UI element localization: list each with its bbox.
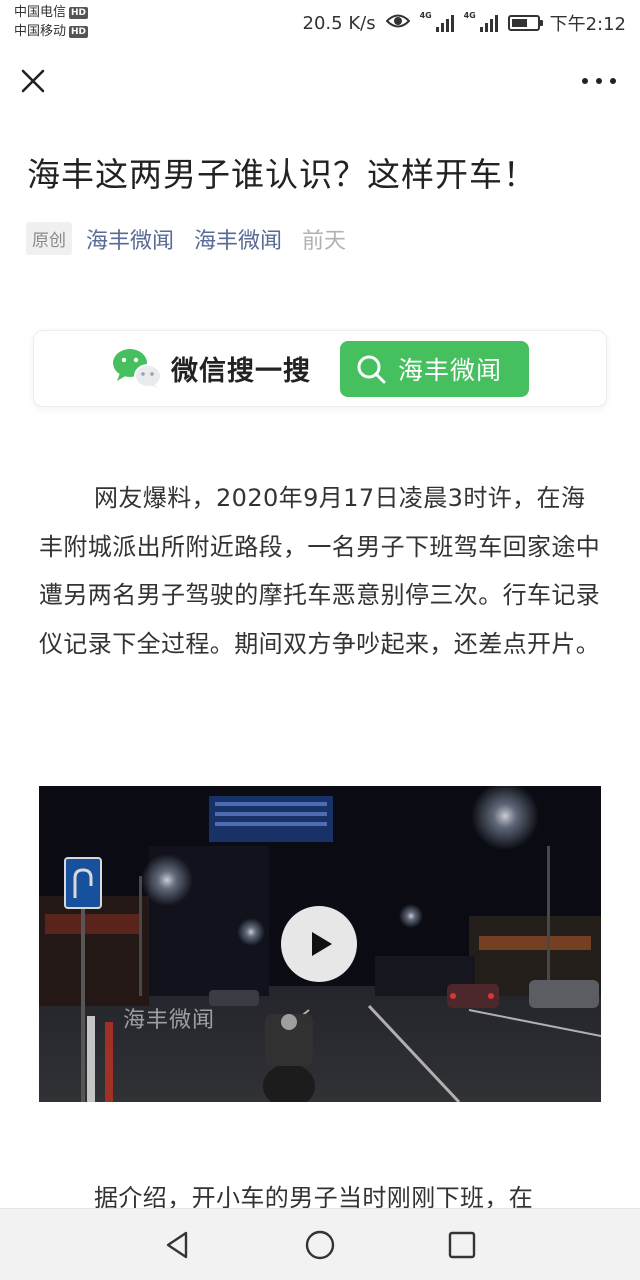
carrier-info: 中国电信 HD 中国移动 HD bbox=[14, 3, 89, 41]
account-link[interactable]: 海丰微闻 bbox=[194, 223, 282, 255]
battery-icon bbox=[507, 15, 543, 31]
net-speed: 20.5 K/s bbox=[302, 12, 376, 34]
article-meta: 原创 海丰微闻 海丰微闻 前天 bbox=[26, 222, 346, 255]
search-button[interactable]: 海丰微闻 bbox=[340, 341, 529, 397]
author-link[interactable]: 海丰微闻 bbox=[86, 223, 174, 255]
video-player[interactable]: 海丰微闻 bbox=[39, 786, 601, 1102]
carrier-row-1: 中国电信 HD bbox=[14, 3, 89, 22]
search-label: 微信搜一搜 bbox=[171, 356, 311, 387]
more-icon[interactable] bbox=[582, 70, 616, 92]
video-watermark: 海丰微闻 bbox=[123, 1008, 216, 1033]
carrier-1-name: 中国电信 bbox=[14, 5, 67, 20]
hd-badge: HD bbox=[69, 25, 89, 38]
close-icon[interactable] bbox=[16, 64, 50, 98]
status-bar: 中国电信 HD 中国移动 HD 20.5 K/s 4G 4G 下午2:12 bbox=[0, 0, 640, 44]
article-paragraph-1: 网友爆料，2020年9月17日凌晨3时许，在海丰附城派出所附近路段，一名男子下班… bbox=[39, 484, 601, 658]
article-title: 海丰这两男子谁认识？这样开车！ bbox=[27, 155, 537, 194]
back-triangle-icon[interactable] bbox=[162, 1229, 194, 1261]
battery-level bbox=[511, 19, 528, 27]
original-tag: 原创 bbox=[26, 222, 72, 255]
carrier-2-name: 中国移动 bbox=[14, 24, 67, 39]
recents-square-icon[interactable] bbox=[446, 1229, 478, 1261]
status-indicators: 20.5 K/s 4G 4G 下午2:12 bbox=[303, 10, 626, 36]
publish-date: 前天 bbox=[302, 228, 347, 254]
search-icon bbox=[354, 352, 388, 386]
signal-tag: 4G bbox=[463, 11, 476, 20]
clock: 下午2:12 bbox=[549, 14, 626, 35]
wechat-search-card[interactable]: 微信搜一搜 海丰微闻 bbox=[33, 330, 607, 407]
wechat-logo bbox=[112, 347, 162, 389]
signal-icon: 4G bbox=[463, 11, 498, 33]
system-navigation-bar bbox=[0, 1208, 640, 1280]
hd-badge: HD bbox=[69, 6, 89, 19]
search-button-text: 海丰微闻 bbox=[398, 356, 503, 385]
home-circle-icon[interactable] bbox=[304, 1229, 336, 1261]
carrier-row-2: 中国移动 HD bbox=[14, 22, 89, 41]
signal-tag: 4G bbox=[419, 11, 432, 20]
eye-icon bbox=[385, 13, 410, 34]
signal-icon: 4G bbox=[419, 11, 454, 33]
play-button[interactable] bbox=[281, 906, 357, 982]
play-icon bbox=[312, 932, 332, 956]
